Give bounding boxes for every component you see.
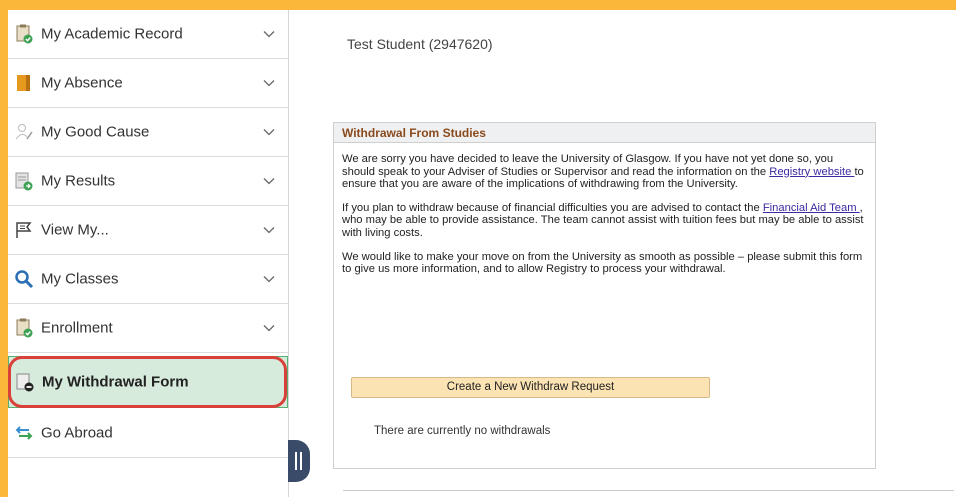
sidebar-item-label: My Withdrawal Form (42, 373, 189, 391)
sidebar-item-academic-record[interactable]: My Academic Record (8, 10, 288, 59)
flag-icon (16, 222, 32, 238)
arrows-exchange-icon (15, 426, 33, 440)
divider (343, 490, 954, 491)
clipboard-check-icon (16, 318, 33, 338)
withdrawal-panel: Withdrawal From Studies We are sorry you… (333, 122, 876, 469)
chevron-down-icon[interactable] (263, 128, 275, 136)
chevron-down-icon[interactable] (263, 226, 275, 234)
intro-text: We are sorry you have decided to leave t… (342, 153, 834, 178)
panel-title: Withdrawal From Studies (334, 123, 875, 143)
financial-aid-link[interactable]: Financial Aid Team (763, 202, 860, 214)
sidebar-item-classes[interactable]: My Classes (8, 255, 288, 304)
results-icon (15, 172, 33, 191)
sidebar-item-label: My Classes (41, 270, 119, 288)
student-name: Test Student (2947620) (347, 36, 493, 52)
sidebar-item-label: My Academic Record (41, 25, 183, 43)
sidebar-collapse-handle[interactable] (288, 440, 310, 482)
sidebar-item-results[interactable]: My Results (8, 157, 288, 206)
document-check-icon (16, 24, 33, 44)
sidebar-item-label: Enrollment (41, 319, 113, 337)
intro-paragraph: We are sorry you have decided to leave t… (342, 153, 867, 191)
sidebar-item-label: My Results (41, 172, 116, 190)
sidebar-item-enrollment[interactable]: Enrollment (8, 304, 288, 353)
submit-paragraph: We would like to make your move on from … (342, 250, 863, 276)
person-pen-icon (15, 124, 33, 140)
sidebar-item-view-my[interactable]: View My... (8, 206, 288, 255)
sidebar-item-label: View My... (41, 221, 109, 239)
withdrawal-form-icon (16, 373, 34, 392)
sidebar: My Academic Record My Absence My Good Ca… (8, 10, 289, 497)
no-withdrawals-text: There are currently no withdrawals (374, 425, 551, 437)
sidebar-item-go-abroad[interactable]: Go Abroad (8, 409, 288, 458)
chevron-down-icon[interactable] (263, 324, 275, 332)
sidebar-item-good-cause[interactable]: My Good Cause (8, 108, 288, 157)
panel-body: We are sorry you have decided to leave t… (334, 143, 875, 276)
sidebar-item-label: My Absence (41, 74, 123, 92)
sidebar-item-label: Go Abroad (41, 424, 113, 442)
financial-text: If you plan to withdraw because of finan… (342, 201, 763, 214)
sidebar-item-withdrawal-form[interactable]: My Withdrawal Form (8, 356, 288, 408)
chevron-down-icon[interactable] (263, 30, 275, 38)
create-withdraw-request-button[interactable]: Create a New Withdraw Request (351, 377, 710, 398)
chevron-down-icon[interactable] (263, 79, 275, 87)
search-icon (15, 270, 34, 289)
financial-paragraph: If you plan to withdraw because of finan… (342, 202, 867, 240)
folder-book-icon (17, 75, 30, 91)
chevron-down-icon[interactable] (263, 177, 275, 185)
app-frame: My Academic Record My Absence My Good Ca… (8, 10, 956, 497)
sidebar-item-absence[interactable]: My Absence (8, 59, 288, 108)
chevron-down-icon[interactable] (263, 275, 275, 283)
registry-website-link[interactable]: Registry website (769, 166, 854, 178)
sidebar-item-label: My Good Cause (41, 123, 150, 141)
